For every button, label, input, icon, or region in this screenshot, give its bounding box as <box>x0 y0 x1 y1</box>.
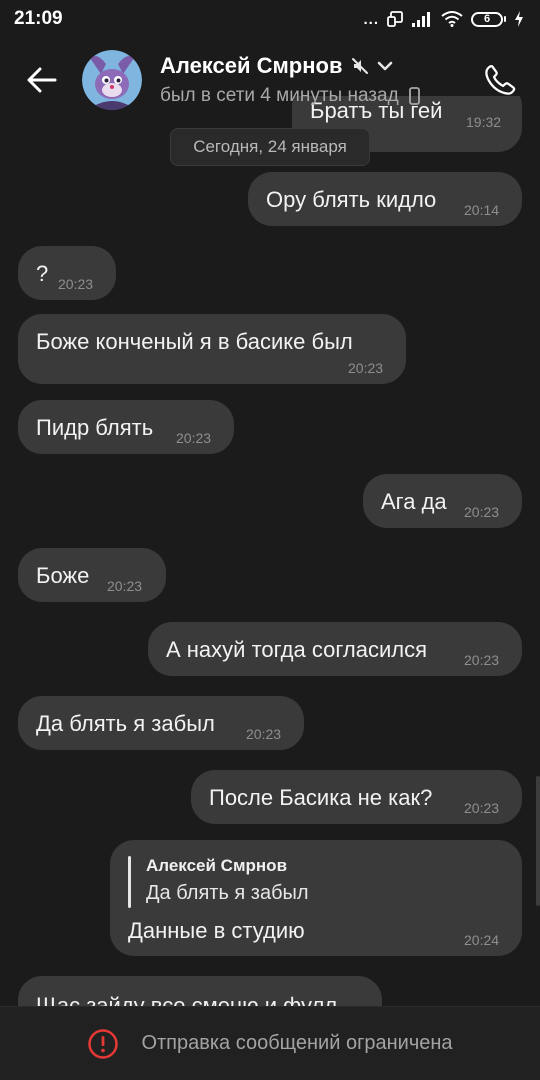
chat-screen: 21:09 ... 6 Алексей Смрнов был в сети 4 … <box>0 0 540 1080</box>
avatar-image <box>82 50 142 110</box>
alert-circle-icon <box>88 1028 119 1059</box>
message-text: Данные в студию <box>128 918 305 943</box>
reply-text[interactable]: Да блять я забыл <box>146 882 309 905</box>
message-bubble-outgoing[interactable]: А нахуй тогда согласился 20:23 <box>148 622 522 676</box>
reply-quote-bar <box>128 856 131 908</box>
avatar[interactable] <box>82 50 142 110</box>
signal-icon <box>412 12 430 27</box>
message-bubble-incoming[interactable]: Да блять я забыл 20:23 <box>18 696 304 750</box>
charging-icon <box>515 11 523 27</box>
contact-name: Алексей Смрнов <box>160 53 343 78</box>
back-arrow-icon <box>27 67 57 93</box>
message-text: После Басика не как? <box>209 785 433 810</box>
muted-icon <box>351 58 368 74</box>
message-bubble-outgoing[interactable]: После Басика не как? 20:23 <box>191 770 522 824</box>
message-bubble-reply[interactable]: Алексей Смрнов Да блять я забыл Данные в… <box>110 840 522 956</box>
chevron-down-icon[interactable] <box>377 60 393 72</box>
message-text: ? <box>36 261 49 286</box>
restricted-bar: Отправка сообщений ограничена <box>0 1006 540 1080</box>
message-time: 20:23 <box>348 360 384 376</box>
last-seen: был в сети 4 минуты назад <box>160 85 399 106</box>
scrollbar[interactable] <box>536 776 540 906</box>
battery-level: 6 <box>471 11 503 27</box>
message-bubble-incoming[interactable]: ? 20:23 <box>18 246 116 300</box>
last-seen-row: был в сети 4 минуты назад <box>160 85 478 107</box>
more-dots-icon: ... <box>363 10 379 28</box>
message-text: Щас зайду все сменю и фулл <box>36 993 338 1006</box>
message-time: 20:24 <box>464 932 500 948</box>
contact-row: Алексей Смрнов <box>160 53 478 79</box>
date-separator: Сегодня, 24 января <box>170 128 370 166</box>
message-time: 20:23 <box>464 652 500 668</box>
status-icons: ... 6 <box>363 11 524 28</box>
message-bubble-outgoing[interactable]: Ору блять кидло 20:14 <box>248 172 522 226</box>
message-text: Ору блять кидло <box>266 187 437 212</box>
message-time: 20:23 <box>246 726 282 742</box>
message-time: 20:14 <box>464 202 500 218</box>
chat-header: Алексей Смрнов был в сети 4 минуты назад <box>0 38 540 122</box>
message-time: 20:23 <box>464 504 500 520</box>
header-text[interactable]: Алексей Смрнов был в сети 4 минуты назад <box>160 53 478 107</box>
message-time: 20:23 <box>464 800 500 816</box>
message-text: Боже <box>36 563 90 588</box>
message-text: Пидр блять <box>36 415 154 440</box>
message-text: А нахуй тогда согласился <box>166 637 427 662</box>
status-bar: 21:09 ... 6 <box>0 0 540 38</box>
call-button[interactable] <box>478 58 522 102</box>
message-list[interactable]: Братъ ты гей 19:32 Сегодня, 24 января Ор… <box>0 96 540 1006</box>
message-bubble-incoming[interactable]: Боже конченый я в басике был 20:23 <box>18 314 406 384</box>
message-text: Да блять я забыл <box>36 711 215 736</box>
call-icon <box>485 65 516 95</box>
wifi-icon <box>441 11 463 27</box>
reply-author[interactable]: Алексей Смрнов <box>146 856 287 876</box>
message-bubble-outgoing[interactable]: Ага да 20:23 <box>363 474 522 528</box>
message-bubble-incoming[interactable]: Боже 20:23 <box>18 548 166 602</box>
restricted-text: Отправка сообщений ограничена <box>141 1032 453 1054</box>
message-time: 20:23 <box>58 276 94 292</box>
back-button[interactable] <box>24 62 60 98</box>
message-time: 20:23 <box>176 430 212 446</box>
message-bubble-incoming[interactable]: Щас зайду все сменю и фулл <box>18 976 382 1006</box>
message-text: Ага да <box>381 489 447 514</box>
phone-device-icon <box>408 87 420 105</box>
message-bubble-incoming[interactable]: Пидр блять 20:23 <box>18 400 234 454</box>
screen-cast-icon <box>387 11 403 27</box>
message-text: Боже конченый я в басике был <box>36 329 353 354</box>
status-time: 21:09 <box>14 8 63 29</box>
battery-icon: 6 <box>471 11 506 27</box>
message-time: 20:23 <box>107 578 143 594</box>
